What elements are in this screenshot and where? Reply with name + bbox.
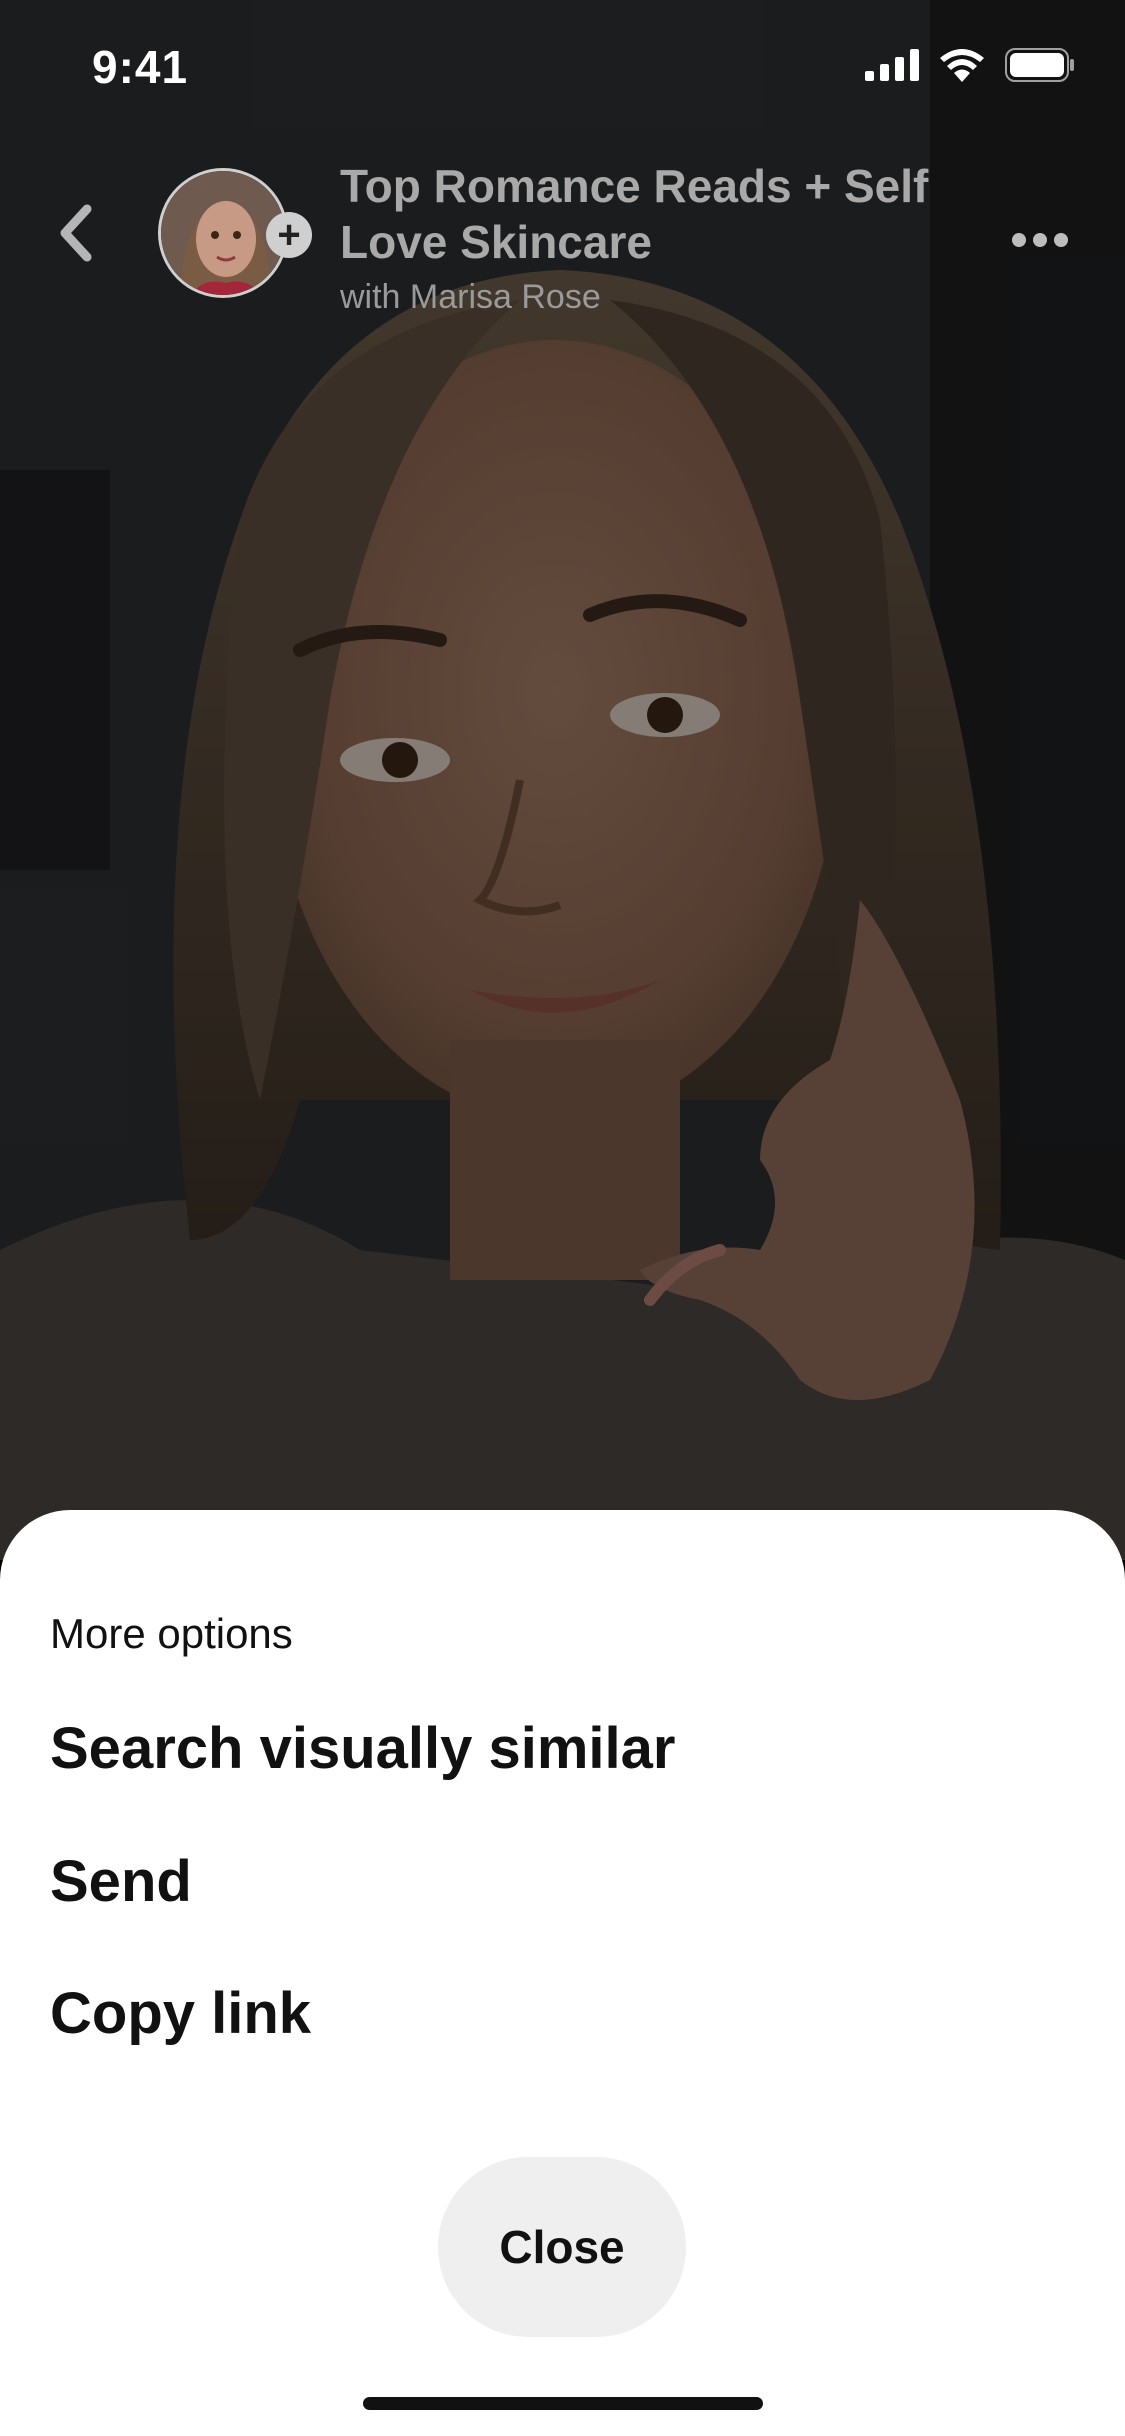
close-button[interactable]: Close bbox=[438, 2157, 686, 2337]
more-options-button[interactable] bbox=[1000, 220, 1080, 260]
status-icons bbox=[865, 48, 1075, 87]
board-subtitle: with Marisa Rose bbox=[340, 278, 601, 316]
creator-avatar[interactable]: + bbox=[158, 168, 312, 302]
option-copy-link[interactable]: Copy link bbox=[50, 1980, 311, 2047]
more-options-sheet: More options Search visually similar Sen… bbox=[0, 1510, 1125, 2436]
back-button[interactable] bbox=[40, 200, 110, 270]
chevron-left-icon bbox=[55, 203, 95, 268]
wifi-icon bbox=[939, 48, 985, 87]
status-bar: 9:41 bbox=[0, 0, 1125, 140]
status-time: 9:41 bbox=[92, 41, 189, 93]
battery-icon bbox=[1005, 48, 1075, 87]
follow-plus-icon[interactable]: + bbox=[266, 212, 312, 258]
home-indicator[interactable] bbox=[363, 2397, 763, 2410]
more-horizontal-icon-dot bbox=[1012, 233, 1026, 247]
sheet-heading: More options bbox=[50, 1610, 293, 1657]
app-screen: 9:41 + Top Romance Reads + Self Love Ski… bbox=[0, 0, 1125, 2436]
board-title: Top Romance Reads + Self Love Skincare bbox=[340, 160, 929, 268]
option-search-visually-similar[interactable]: Search visually similar bbox=[50, 1715, 675, 1782]
cellular-signal-icon bbox=[865, 49, 919, 86]
option-send[interactable]: Send bbox=[50, 1848, 192, 1915]
more-horizontal-icon-dot bbox=[1033, 233, 1047, 247]
more-horizontal-icon-dot bbox=[1054, 233, 1068, 247]
